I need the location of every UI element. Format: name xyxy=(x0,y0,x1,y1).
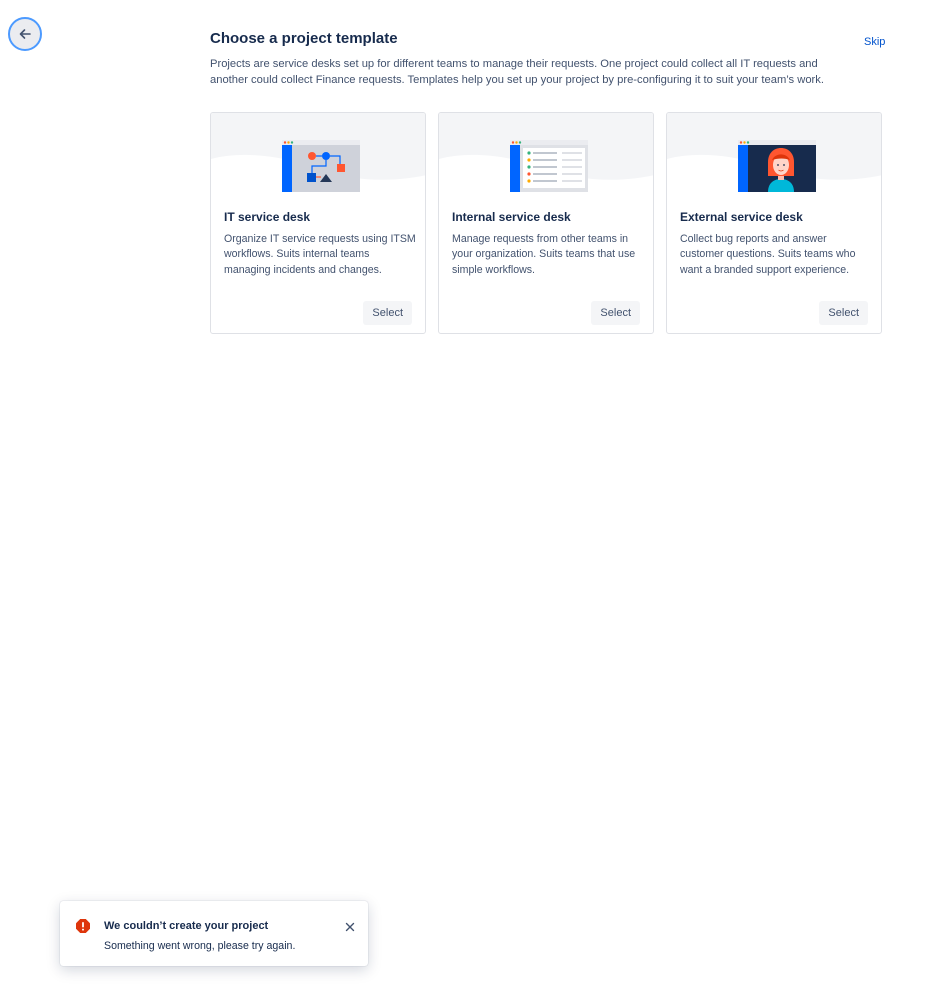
page-description: Projects are service desks set up for di… xyxy=(210,58,824,86)
card-description: Collect bug reports and answer customer … xyxy=(680,233,856,276)
customer-portrait-illustration xyxy=(738,140,816,192)
card-description: Organize IT service requests using ITSM … xyxy=(224,233,416,276)
template-card-internal-service-desk[interactable]: Internal service desk Manage requests fr… xyxy=(438,112,654,334)
close-button[interactable] xyxy=(343,920,357,934)
toast-message: Something went wrong, please try again. xyxy=(104,940,296,952)
error-toast: We couldn’t create your project Somethin… xyxy=(60,901,368,966)
skip-link[interactable]: Skip xyxy=(864,36,885,48)
back-button[interactable] xyxy=(8,17,42,51)
card-title: External service desk xyxy=(680,210,803,224)
close-icon xyxy=(345,922,355,932)
page-title: Choose a project template xyxy=(210,30,398,47)
error-icon xyxy=(76,919,90,933)
select-button[interactable]: Select xyxy=(591,301,640,325)
select-button[interactable]: Select xyxy=(819,301,868,325)
template-card-it-service-desk[interactable]: IT service desk Organize IT service requ… xyxy=(210,112,426,334)
toast-title: We couldn’t create your project xyxy=(104,920,269,932)
arrow-left-icon xyxy=(19,29,31,39)
workflow-illustration xyxy=(282,140,360,192)
list-illustration xyxy=(510,140,588,192)
card-description: Manage requests from other teams in your… xyxy=(452,233,636,276)
template-card-external-service-desk[interactable]: External service desk Collect bug report… xyxy=(666,112,882,334)
card-title: IT service desk xyxy=(224,210,311,224)
select-button[interactable]: Select xyxy=(363,301,412,325)
card-title: Internal service desk xyxy=(452,210,571,224)
template-cards: IT service desk Organize IT service requ… xyxy=(210,112,882,334)
